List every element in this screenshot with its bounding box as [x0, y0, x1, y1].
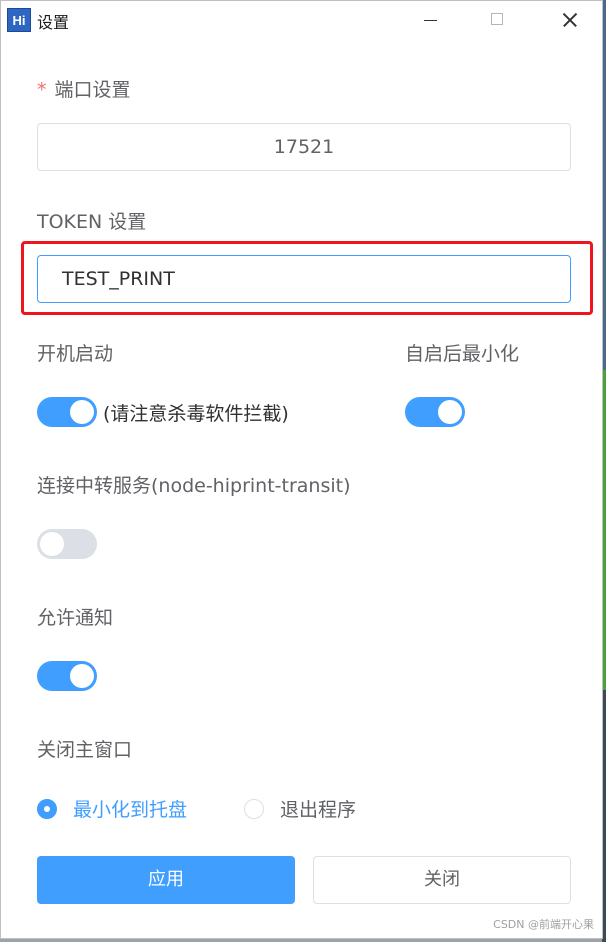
notification-switch[interactable] — [37, 661, 97, 691]
required-mark: * — [37, 79, 47, 101]
port-label-text: 端口设置 — [54, 79, 131, 101]
minimize-after-start-label: 自启后最小化 — [405, 343, 520, 365]
radio-exit-program[interactable]: 退出程序 — [244, 795, 356, 822]
radio-label: 退出程序 — [280, 799, 357, 821]
autostart-note: (请注意杀毒软件拦截) — [103, 403, 289, 425]
radio-minimize-to-tray[interactable]: 最小化到托盘 — [37, 795, 187, 822]
token-label: TOKEN 设置 — [37, 211, 147, 233]
watermark: CSDN @前端开心果 — [493, 918, 594, 931]
minimize-button[interactable] — [407, 1, 453, 39]
switch-knob — [70, 400, 94, 424]
apply-button[interactable]: 应用 — [37, 856, 295, 904]
switch-knob — [70, 664, 94, 688]
port-label: * 端口设置 — [37, 75, 131, 102]
radio-label: 最小化到托盘 — [73, 799, 188, 821]
maximize-button[interactable] — [475, 1, 521, 39]
settings-window: Hi 设置 * 端口设置 17521 TOKEN 设置 TEST_PRINT 开机… — [0, 0, 603, 939]
close-button[interactable]: 关闭 — [313, 856, 571, 904]
autostart-switch[interactable] — [37, 397, 97, 427]
window-title: 设置 — [37, 13, 70, 32]
switch-knob — [438, 400, 462, 424]
minimize-after-start-switch[interactable] — [405, 397, 465, 427]
autostart-label: 开机启动 — [37, 343, 114, 365]
title-bar[interactable]: Hi 设置 — [1, 1, 602, 39]
transit-switch[interactable] — [37, 529, 97, 559]
transit-label: 连接中转服务(node-hiprint-transit) — [37, 475, 351, 497]
app-icon: Hi — [7, 8, 31, 32]
token-input[interactable]: TEST_PRINT — [37, 255, 571, 303]
radio-dot — [244, 798, 264, 819]
radio-dot — [37, 798, 57, 819]
close-main-window-label: 关闭主窗口 — [37, 739, 133, 761]
close-window-button[interactable] — [546, 1, 592, 39]
port-input[interactable]: 17521 — [37, 123, 571, 171]
notification-label: 允许通知 — [37, 607, 114, 629]
switch-knob — [40, 532, 64, 556]
